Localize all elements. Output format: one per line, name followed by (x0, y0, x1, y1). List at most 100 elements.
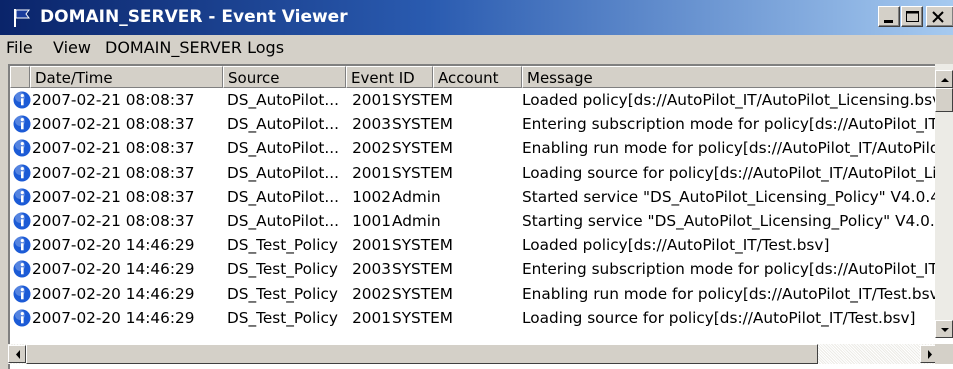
table-row[interactable]: 2007-02-20 14:46:29 DS_Test_Policy 2001 SYS… (10, 233, 940, 257)
close-button[interactable] (926, 6, 953, 27)
info-icon (13, 115, 31, 133)
cell-account: SYSTEM (392, 284, 453, 303)
cell-message: Entering subscription mode for policy[ds… (522, 115, 940, 134)
menu-view[interactable]: View (53, 38, 91, 57)
table-row[interactable]: 2007-02-20 14:46:29 DS_Test_Policy 2002 SYS… (10, 282, 940, 306)
cell-source: DS_AutoPilot... (227, 163, 339, 182)
maximize-button[interactable] (901, 6, 923, 27)
vertical-scroll-thumb[interactable] (935, 88, 953, 112)
cell-account: SYSTEM (392, 91, 453, 109)
info-icon (13, 309, 31, 327)
cell-datetime: 2007-02-20 14:46:29 (32, 236, 195, 255)
menu-bar: File View DOMAIN_SERVER Logs (0, 35, 953, 61)
cell-source: DS_Test_Policy (227, 308, 338, 327)
cell-event-id: 2003 (352, 115, 391, 134)
cell-message: Enabling run mode for policy[ds://AutoPi… (522, 284, 939, 303)
scroll-left-button[interactable] (8, 345, 26, 363)
cell-datetime: 2007-02-21 08:08:37 (32, 212, 195, 230)
flag-icon (14, 9, 30, 27)
event-viewer-window: DOMAIN_SERVER - Event Viewer File View D… (0, 0, 953, 369)
cell-source: DS_Test_Policy (227, 236, 338, 255)
header-icon-column[interactable] (10, 66, 30, 88)
cell-datetime: 2007-02-21 08:08:37 (32, 163, 195, 182)
cell-datetime: 2007-02-20 14:46:29 (32, 308, 195, 327)
cell-source: DS_AutoPilot... (227, 187, 339, 206)
close-icon (932, 11, 944, 23)
scroll-up-button[interactable] (935, 70, 953, 88)
cell-account: SYSTEM (392, 308, 453, 327)
cell-account: SYSTEM (392, 236, 453, 255)
cell-source: DS_Test_Policy (227, 284, 338, 303)
horizontal-scroll-thumb[interactable] (26, 344, 818, 364)
cell-account: SYSTEM (392, 115, 453, 134)
cell-message: Loaded policy[ds://AutoPilot_IT/Test.bsv… (522, 236, 830, 255)
cell-datetime: 2007-02-20 14:46:29 (32, 260, 195, 279)
info-icon (13, 91, 31, 109)
info-icon (13, 236, 31, 254)
cell-datetime: 2007-02-21 08:08:37 (32, 187, 195, 206)
cell-account: Admin (392, 212, 441, 230)
maximize-icon (906, 11, 919, 22)
table-row[interactable]: 2007-02-21 08:08:37 DS_AutoPilot... 1002 Ad… (10, 185, 940, 209)
cell-message: Starting service "DS_AutoPilot_Licensing… (522, 212, 940, 230)
vertical-scrollbar[interactable] (935, 64, 953, 338)
cell-account: SYSTEM (392, 163, 453, 182)
title-bar[interactable]: DOMAIN_SERVER - Event Viewer (0, 0, 953, 35)
table-row[interactable]: 2007-02-21 08:08:37 DS_AutoPilot... 2001 SY… (10, 88, 940, 112)
table-row[interactable]: 2007-02-21 08:08:37 DS_AutoPilot... 2002 SY… (10, 136, 940, 160)
cell-source: DS_AutoPilot... (227, 139, 339, 158)
cell-event-id: 2001 (352, 308, 391, 327)
menu-domain-server-logs[interactable]: DOMAIN_SERVER Logs (105, 38, 284, 57)
scroll-down-icon (941, 328, 949, 332)
table-row[interactable]: 2007-02-21 08:08:37 DS_AutoPilot... 1001 Ad… (10, 209, 940, 233)
table-row[interactable]: 2007-02-20 14:46:29 DS_Test_Policy 2001 SYS… (10, 306, 940, 330)
scroll-down-button[interactable] (935, 320, 953, 338)
cell-account: Admin (392, 187, 441, 206)
cell-event-id: 2001 (352, 163, 391, 182)
cell-message: Loaded policy[ds://AutoPilot_IT/AutoPilo… (522, 91, 940, 109)
cell-event-id: 1002 (352, 187, 391, 206)
header-message[interactable]: Message (522, 66, 953, 88)
horizontal-scrollbar[interactable] (8, 344, 938, 364)
cell-message: Started service "DS_AutoPilot_Licensing_… (522, 187, 940, 206)
cell-account: SYSTEM (392, 260, 453, 279)
cell-source: DS_Test_Policy (227, 260, 338, 279)
info-icon (13, 139, 31, 157)
cell-message: Enabling run mode for policy[ds://AutoPi… (522, 139, 940, 158)
cell-message: Entering subscription mode for policy[ds… (522, 260, 940, 279)
cell-event-id: 2003 (352, 260, 391, 279)
cell-event-id: 2002 (352, 284, 391, 303)
info-icon (13, 260, 31, 278)
scrollbar-corner (935, 344, 953, 364)
cell-datetime: 2007-02-21 08:08:37 (32, 139, 195, 158)
header-datetime[interactable]: Date/Time (30, 66, 223, 88)
cell-event-id: 2001 (352, 236, 391, 255)
info-icon (13, 212, 31, 230)
table-row[interactable]: 2007-02-21 08:08:37 DS_AutoPilot... 2003 SY… (10, 112, 940, 136)
cell-datetime: 2007-02-21 08:08:37 (32, 91, 195, 109)
cell-event-id: 2001 (352, 91, 391, 109)
minimize-icon (884, 20, 893, 23)
table-row[interactable]: 2007-02-20 14:46:29 DS_Test_Policy 2003 SYS… (10, 257, 940, 281)
header-account[interactable]: Account (433, 66, 522, 88)
cell-source: DS_AutoPilot... (227, 212, 339, 230)
info-icon (13, 164, 31, 182)
scroll-up-icon (941, 78, 949, 82)
table-row[interactable]: 2007-02-21 08:08:37 DS_AutoPilot... 2001 SY… (10, 161, 940, 185)
event-list[interactable]: Date/Time Source Event ID Account Messag… (8, 64, 953, 369)
header-event-id[interactable]: Event ID (346, 66, 433, 88)
cell-message: Loading source for policy[ds://AutoPilot… (522, 308, 916, 327)
list-header: Date/Time Source Event ID Account Messag… (10, 66, 953, 88)
info-icon (13, 285, 31, 303)
menu-file[interactable]: File (6, 38, 33, 57)
cell-event-id: 1001 (352, 212, 391, 230)
scroll-left-icon (16, 350, 20, 359)
window-title: DOMAIN_SERVER - Event Viewer (40, 7, 348, 27)
minimize-button[interactable] (878, 6, 900, 27)
cell-source: DS_AutoPilot... (227, 91, 339, 109)
header-source[interactable]: Source (223, 66, 346, 88)
cell-account: SYSTEM (392, 139, 453, 158)
cell-source: DS_AutoPilot... (227, 115, 339, 134)
cell-datetime: 2007-02-20 14:46:29 (32, 284, 195, 303)
cell-event-id: 2002 (352, 139, 391, 158)
